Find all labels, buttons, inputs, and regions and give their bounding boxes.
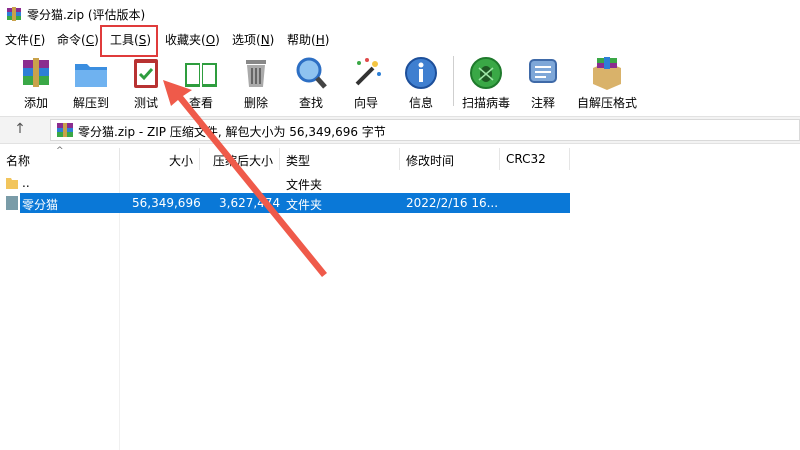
column-packed[interactable]: 压缩后大小 — [213, 152, 273, 169]
folder-icon — [6, 196, 18, 210]
magnifier-icon — [296, 57, 327, 89]
view-button[interactable]: 查看 — [173, 54, 229, 112]
path-field[interactable]: 零分猫.zip - ZIP 压缩文件, 解包大小为 56,349,696 字节 — [50, 119, 800, 141]
highlight-box — [100, 25, 158, 57]
column-divider[interactable] — [499, 148, 500, 170]
cell-type: 文件夹 — [286, 198, 323, 212]
sfx-box-icon — [593, 57, 621, 90]
column-divider[interactable] — [279, 148, 280, 170]
table-row[interactable]: .. 文件夹 — [0, 173, 570, 193]
column-divider[interactable] — [199, 148, 200, 170]
column-divider[interactable] — [569, 148, 570, 170]
column-divider[interactable] — [119, 148, 120, 170]
find-button[interactable]: 查找 — [283, 54, 339, 112]
virus-scan-icon — [470, 57, 502, 89]
file-list: .. 文件夹 零分猫 56,349,696 3,627,474 文件夹 2022… — [0, 170, 800, 450]
menu-command[interactable]: 命令(C) — [57, 31, 99, 48]
column-type[interactable]: 类型 — [286, 152, 310, 169]
table-row[interactable]: 零分猫 56,349,696 3,627,474 文件夹 2022/2/16 1… — [20, 193, 570, 213]
add-button[interactable]: 添加 — [8, 54, 64, 112]
extract-folder-icon — [75, 64, 107, 87]
menu-favorites[interactable]: 收藏夹(O) — [165, 31, 220, 48]
test-button[interactable]: 测试 — [118, 54, 174, 112]
menu-file[interactable]: 文件(F) — [5, 31, 45, 48]
path-text: 零分猫.zip - ZIP 压缩文件, 解包大小为 56,349,696 字节 — [78, 125, 386, 139]
title-bar: 零分猫.zip (评估版本) — [0, 0, 800, 28]
cell-name: .. — [22, 176, 30, 190]
archive-icon — [57, 123, 73, 137]
toolbar-separator — [453, 56, 454, 106]
extract-to-button[interactable]: 解压到 — [63, 54, 119, 112]
comment-button[interactable]: 注释 — [515, 54, 571, 112]
column-crc[interactable]: CRC32 — [506, 152, 546, 166]
up-arrow-icon[interactable]: ↑ — [12, 121, 28, 139]
address-bar: ↑ 零分猫.zip - ZIP 压缩文件, 解包大小为 56,349,696 字… — [0, 116, 800, 144]
column-name[interactable]: 名称 — [6, 152, 30, 169]
wizard-button[interactable]: 向导 — [338, 54, 394, 112]
cell-modified: 2022/2/16 16... — [406, 196, 499, 210]
add-archive-icon — [23, 58, 49, 87]
cell-packed: 3,627,474 — [219, 196, 281, 210]
comment-icon — [529, 59, 557, 83]
column-divider[interactable] — [399, 148, 400, 170]
menu-options[interactable]: 选项(N) — [232, 31, 274, 48]
column-modified[interactable]: 修改时间 — [406, 152, 454, 169]
test-clipboard-icon — [134, 59, 158, 88]
cell-type: 文件夹 — [286, 178, 323, 192]
sort-up-icon: ^ — [56, 146, 64, 156]
sfx-button[interactable]: 自解压格式 — [577, 54, 637, 112]
window-title: 零分猫.zip (评估版本) — [27, 8, 146, 22]
column-size[interactable]: 大小 — [169, 152, 193, 169]
view-book-icon — [185, 63, 217, 87]
info-icon — [405, 57, 437, 89]
folder-icon — [6, 178, 18, 189]
cell-size: 56,349,696 — [132, 196, 201, 210]
cell-name: 零分猫 — [22, 198, 59, 212]
trash-icon — [246, 60, 266, 87]
column-headers: ^ 名称 大小 压缩后大小 类型 修改时间 CRC32 — [0, 146, 800, 170]
virus-scan-button[interactable]: 扫描病毒 — [458, 54, 514, 112]
delete-button[interactable]: 删除 — [228, 54, 284, 112]
toolbar: 添加 解压到 测试 查看 删除 查找 向导 信息 扫描病毒 注释 自解压格式 — [0, 50, 800, 114]
winrar-icon — [7, 7, 21, 21]
wizard-wand-icon — [355, 58, 381, 86]
info-button[interactable]: 信息 — [393, 54, 449, 112]
menu-help[interactable]: 帮助(H) — [287, 31, 329, 48]
